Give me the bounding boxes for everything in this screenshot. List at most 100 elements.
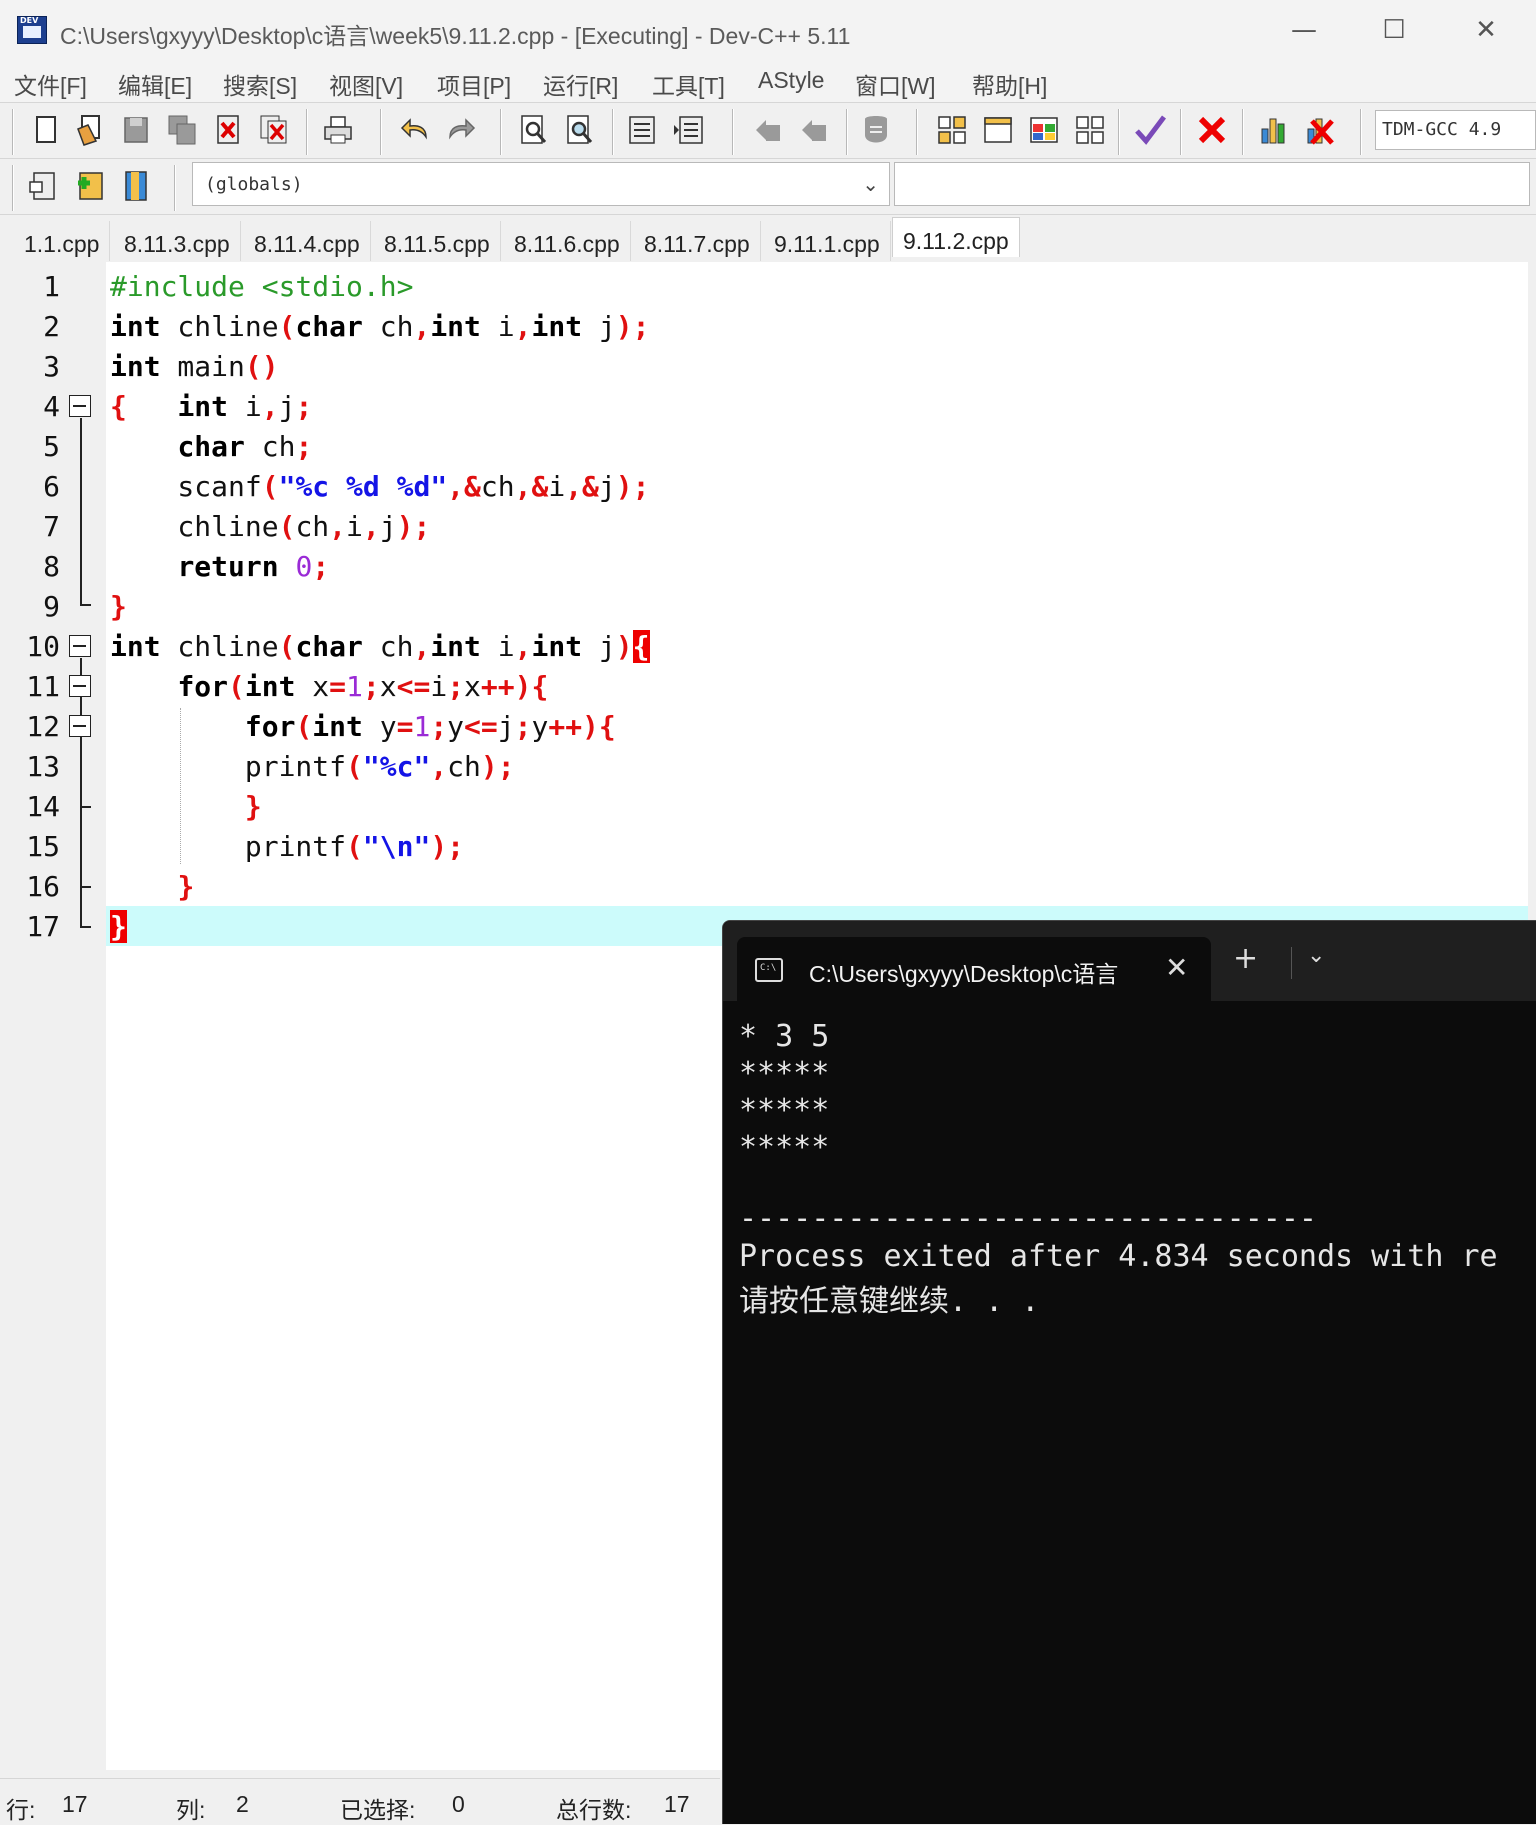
chevron-down-icon[interactable]: ⌄ xyxy=(1307,943,1325,968)
close-file-icon[interactable] xyxy=(212,113,244,147)
tab-8-11-6-cpp[interactable]: 8.11.6.cpp xyxy=(504,221,631,261)
fold-end xyxy=(80,806,91,808)
menu-edit[interactable]: 编辑[E] xyxy=(118,67,192,101)
line-number: 13 xyxy=(26,750,60,783)
status-total-label: 总行数: xyxy=(556,1797,632,1823)
tab-9-11-1-cpp[interactable]: 9.11.1.cpp xyxy=(764,221,891,261)
delete-red-x-icon[interactable] xyxy=(1196,113,1228,147)
code-line[interactable]: int chline(char ch,int i,int j); xyxy=(110,307,650,347)
tab-8-11-3-cpp[interactable]: 8.11.3.cpp xyxy=(114,221,241,261)
chart-icon[interactable] xyxy=(1258,113,1290,147)
add-to-project-icon[interactable] xyxy=(74,169,106,203)
new-tab-button[interactable]: + xyxy=(1233,941,1258,976)
toolbar-separator xyxy=(500,109,502,155)
terminal-icon xyxy=(755,958,783,982)
menu-tools[interactable]: 工具[T] xyxy=(652,67,725,101)
menu-project[interactable]: 项目[P] xyxy=(437,67,511,101)
scope-combo[interactable]: (globals) ⌄ xyxy=(192,162,890,206)
tab-1-1-cpp[interactable]: 1.1.cpp xyxy=(14,221,111,261)
fold-end xyxy=(80,604,91,606)
close-all-icon[interactable] xyxy=(258,113,290,147)
fold-collapse-icon[interactable] xyxy=(69,635,91,657)
back-icon[interactable] xyxy=(752,113,784,147)
terminal-output-line: ***** xyxy=(739,1130,830,1165)
maximize-button[interactable]: ☐ xyxy=(1354,0,1434,60)
tab-8-11-7-cpp[interactable]: 8.11.7.cpp xyxy=(634,221,761,261)
code-line[interactable]: } xyxy=(110,787,262,827)
menu-file[interactable]: 文件[F] xyxy=(14,67,87,101)
new-file-icon[interactable] xyxy=(30,113,62,147)
redo-icon[interactable] xyxy=(444,113,476,147)
tab-9-11-2-cpp-active[interactable]: 9.11.2.cpp xyxy=(892,217,1020,257)
toolbar-separator xyxy=(1180,109,1182,155)
code-line[interactable]: printf("%c",ch); xyxy=(110,747,515,787)
menu-run[interactable]: 运行[R] xyxy=(543,67,618,101)
save-icon[interactable] xyxy=(120,113,152,147)
minimize-button[interactable]: — xyxy=(1264,0,1344,60)
line-number: 2 xyxy=(43,310,60,343)
code-line[interactable]: int chline(char ch,int i,int j){ xyxy=(110,627,650,667)
symbol-combo[interactable] xyxy=(894,162,1530,206)
close-icon[interactable]: ✕ xyxy=(1165,951,1188,984)
fold-collapse-icon[interactable] xyxy=(69,675,91,697)
book-icon[interactable] xyxy=(120,169,152,203)
code-line[interactable]: } xyxy=(110,587,127,627)
window-icon[interactable] xyxy=(982,113,1014,147)
toolbar-separator xyxy=(846,109,848,155)
bookmark-icon[interactable] xyxy=(860,113,892,147)
save-all-icon[interactable] xyxy=(166,113,198,147)
code-line[interactable]: int main() xyxy=(110,347,279,387)
fold-end xyxy=(80,926,91,928)
unindent-icon[interactable] xyxy=(672,113,704,147)
menu-view[interactable]: 视图[V] xyxy=(329,67,403,101)
indent-icon[interactable] xyxy=(626,113,658,147)
fold-collapse-icon[interactable] xyxy=(69,715,91,737)
terminal-tab[interactable]: C:\Users\gxyyy\Desktop\c语言 ✕ xyxy=(737,937,1211,1001)
replace-icon[interactable] xyxy=(564,113,596,147)
terminal-window[interactable]: C:\Users\gxyyy\Desktop\c语言 ✕ + ⌄ * 3 5 *… xyxy=(722,920,1536,1824)
check-syntax-icon[interactable] xyxy=(1134,113,1166,147)
tile-icon[interactable] xyxy=(1074,113,1106,147)
code-line[interactable]: char ch; xyxy=(110,427,312,467)
code-line[interactable]: for(int x=1;x<=i;x++){ xyxy=(110,667,548,707)
code-line[interactable]: for(int y=1;y<=j;y++){ xyxy=(110,707,616,747)
undo-icon[interactable] xyxy=(400,113,432,147)
tab-8-11-4-cpp[interactable]: 8.11.4.cpp xyxy=(244,221,371,261)
code-line[interactable]: printf("\n"); xyxy=(110,827,464,867)
devcpp-app-icon xyxy=(17,16,47,44)
code-line[interactable]: return 0; xyxy=(110,547,329,587)
tab-8-11-5-cpp[interactable]: 8.11.5.cpp xyxy=(374,221,501,261)
terminal-process-exit: Process exited after 4.834 seconds with … xyxy=(739,1239,1498,1274)
menu-help[interactable]: 帮助[H] xyxy=(972,67,1047,101)
profile-delete-icon[interactable] xyxy=(1304,113,1336,147)
terminal-press-any-key: 请按任意键继续. . . xyxy=(739,1284,1040,1319)
code-line[interactable]: } xyxy=(110,907,127,947)
code-line[interactable]: #include <stdio.h> xyxy=(110,267,413,307)
close-button[interactable]: ✕ xyxy=(1446,0,1526,60)
find-icon[interactable] xyxy=(518,113,550,147)
dev-cpp-window: C:\Users\gxyyy\Desktop\c语言\week5\9.11.2.… xyxy=(0,0,1536,1824)
color-layout-icon[interactable] xyxy=(1028,113,1060,147)
menu-astyle[interactable]: AStyle xyxy=(758,67,824,94)
terminal-tab-bar: C:\Users\gxyyy\Desktop\c语言 ✕ + ⌄ xyxy=(723,921,1536,1001)
fold-collapse-icon[interactable] xyxy=(69,395,91,417)
line-number: 9 xyxy=(43,590,60,623)
scope-combo-value: (globals) xyxy=(205,174,303,195)
open-file-icon[interactable] xyxy=(74,113,106,147)
code-line[interactable]: chline(ch,i,j); xyxy=(110,507,430,547)
chevron-down-icon[interactable]: ⌄ xyxy=(862,172,879,196)
code-line[interactable]: scanf("%c %d %d",&ch,&i,&j); xyxy=(110,467,649,507)
forward-icon[interactable] xyxy=(798,113,830,147)
line-number: 17 xyxy=(26,910,60,943)
print-icon[interactable] xyxy=(322,113,354,147)
toolbar-separator xyxy=(612,109,614,155)
line-number: 11 xyxy=(26,670,60,703)
layout-grid-icon[interactable] xyxy=(936,113,968,147)
code-line[interactable]: } xyxy=(110,867,194,907)
project-icon[interactable] xyxy=(28,169,60,203)
code-line[interactable]: { int i,j; xyxy=(110,387,312,427)
menu-window[interactable]: 窗口[W] xyxy=(855,67,936,101)
main-toolbar xyxy=(0,102,1536,158)
compiler-select[interactable]: TDM-GCC 4.9 xyxy=(1375,110,1536,150)
menu-search[interactable]: 搜索[S] xyxy=(223,67,297,101)
